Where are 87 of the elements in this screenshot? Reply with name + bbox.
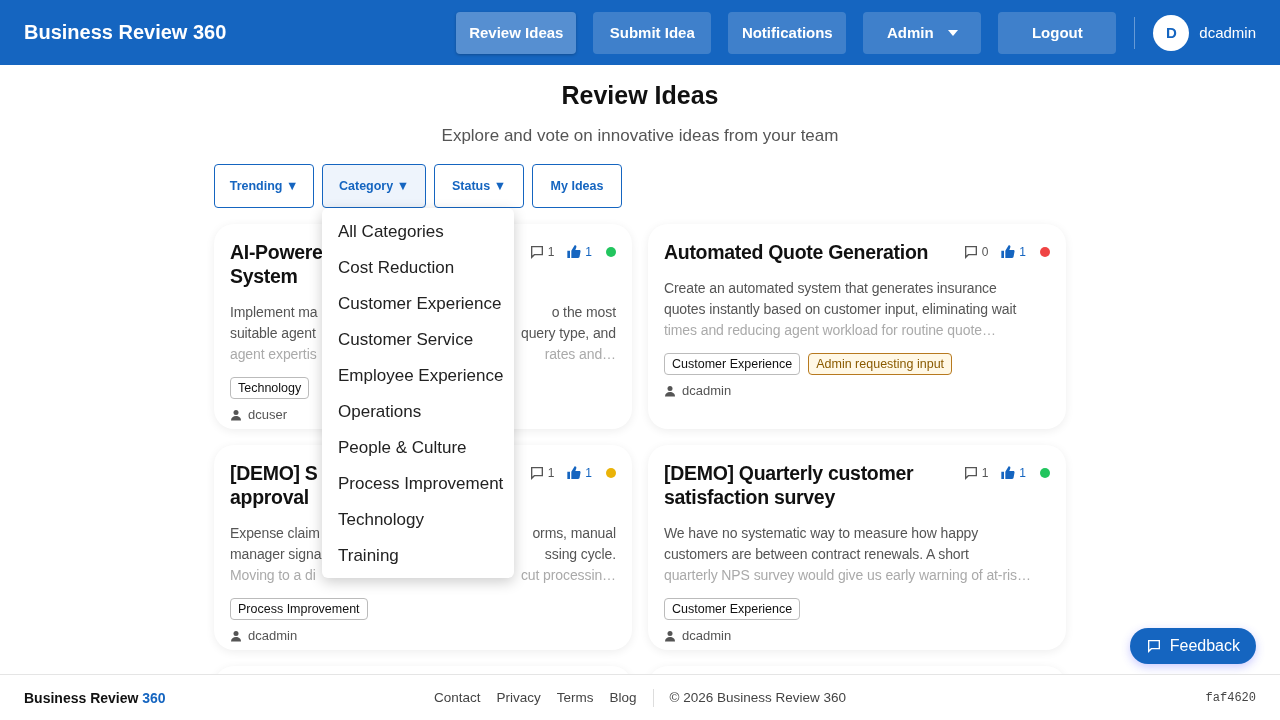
description-text: quarterly NPS survey would give us early warning of at-ris… — [664, 566, 1031, 585]
dropdown-item[interactable]: Employee Experience — [322, 358, 514, 394]
vote-count: 1 — [1019, 245, 1026, 259]
author-name: dcadmin — [682, 383, 732, 398]
dropdown-item[interactable]: Customer Service — [322, 322, 514, 358]
description-text: times and reducing agent workload for routine quote… — [664, 321, 996, 340]
idea-title: [DEMO] S — [230, 461, 318, 485]
build-id: faf4620 — [1204, 690, 1256, 705]
dropdown-item[interactable]: Operations — [322, 394, 514, 430]
page-title: Review Ideas — [561, 81, 719, 110]
feedback-button[interactable]: Feedback — [1129, 628, 1256, 664]
chat-icon — [1145, 638, 1162, 654]
description-text: cut processin… — [520, 566, 616, 585]
description-text: o the most — [551, 303, 616, 322]
vote-count: 1 — [585, 466, 592, 480]
idea-title: System — [230, 264, 298, 288]
dropdown-item[interactable]: Customer Experience — [322, 286, 514, 322]
author-name: dcadmin — [248, 628, 298, 643]
filter-button[interactable]: My Ideas — [532, 164, 622, 208]
idea-title: [DEMO] Quarterly customer — [664, 461, 914, 485]
description-text: Create an automated system that generates insurance — [664, 279, 997, 298]
status-tag: Admin requesting input — [808, 353, 953, 375]
description-text: Moving to a di — [230, 566, 316, 585]
comment-icon — [528, 244, 545, 260]
description-text: query type, and — [521, 324, 616, 343]
person-icon — [664, 384, 676, 397]
comment-icon — [962, 465, 979, 481]
dropdown-item[interactable]: Technology — [322, 502, 514, 538]
comment-count: 1 — [547, 245, 555, 259]
footer-link[interactable]: Contact — [433, 690, 481, 705]
filter-button[interactable]: Category ▼ — [322, 164, 426, 208]
dropdown-item[interactable]: Cost Reduction — [322, 250, 514, 286]
description-text: ssing cycle. — [544, 545, 616, 564]
footer-link[interactable]: Blog — [609, 690, 637, 705]
dropdown-item[interactable]: All Categories — [322, 214, 514, 250]
category-tag: Technology — [230, 377, 310, 399]
person-icon — [230, 408, 242, 421]
app-title: Business Review 360 — [24, 21, 228, 44]
dropdown-item[interactable]: People & Culture — [322, 430, 514, 466]
dropdown-item[interactable]: Training — [322, 538, 514, 574]
description-text: Implement ma — [230, 303, 318, 322]
admin-menu-button[interactable]: Admin — [863, 11, 982, 54]
description-text: suitable agent — [230, 324, 316, 343]
author-name: dcuser — [248, 407, 288, 422]
idea-title: approval — [230, 485, 309, 509]
comment-icon — [528, 465, 545, 481]
description-text: agent expertis — [230, 345, 317, 364]
user-name: dcadmin — [1199, 24, 1256, 41]
idea-title: AI-Powere — [230, 240, 323, 264]
footer-link[interactable]: Terms — [556, 690, 594, 705]
vote-count: 1 — [585, 245, 592, 259]
category-tag: Process Improvement — [230, 598, 368, 620]
thumbs-up-icon — [566, 244, 583, 260]
footer-link[interactable]: Privacy — [496, 690, 541, 705]
thumbs-up-icon — [1000, 465, 1017, 481]
author-name: dcadmin — [682, 628, 732, 643]
description-text: rates and… — [544, 345, 616, 364]
dropdown-item[interactable]: Process Improvement — [322, 466, 514, 502]
person-icon — [664, 629, 676, 642]
footer-brand: Business Review 360 — [24, 689, 167, 706]
person-icon — [230, 629, 242, 642]
vote-count: 1 — [1019, 466, 1026, 480]
filter-button[interactable]: Trending ▼ — [214, 164, 314, 208]
caret-icon — [947, 29, 958, 36]
user-avatar[interactable]: D — [1153, 14, 1190, 51]
filter-button[interactable]: Status ▼ — [434, 164, 524, 208]
page-subtitle: Explore and vote on innovative ideas from your team — [441, 126, 839, 146]
nav-link[interactable]: Submit Idea — [593, 11, 712, 54]
description-text: Expense claim — [230, 524, 320, 543]
nav-link[interactable]: Notifications — [728, 11, 847, 54]
comment-icon — [962, 244, 979, 260]
thumbs-up-icon — [566, 465, 583, 481]
idea-title: Automated Quote Generation — [664, 240, 929, 264]
comment-count: 1 — [547, 466, 555, 480]
description-text: customers are between contract renewals. A short — [664, 545, 969, 564]
thumbs-up-icon — [1000, 244, 1017, 260]
description-text: quotes instantly based on customer input, eliminating wait — [664, 300, 1017, 319]
description-text: orms, manual — [532, 524, 616, 543]
idea-title: satisfaction survey — [664, 485, 835, 509]
comment-count: 1 — [981, 466, 989, 480]
category-tag: Customer Experience — [664, 598, 801, 620]
copyright-text: © 2026 Business Review 360 — [669, 690, 847, 705]
description-text: manager signa — [230, 545, 322, 564]
description-text: We have no systematic way to measure how happy — [664, 524, 979, 543]
comment-count: 0 — [981, 245, 989, 259]
nav-link[interactable]: Logout — [998, 11, 1117, 54]
category-tag: Customer Experience — [664, 353, 801, 375]
